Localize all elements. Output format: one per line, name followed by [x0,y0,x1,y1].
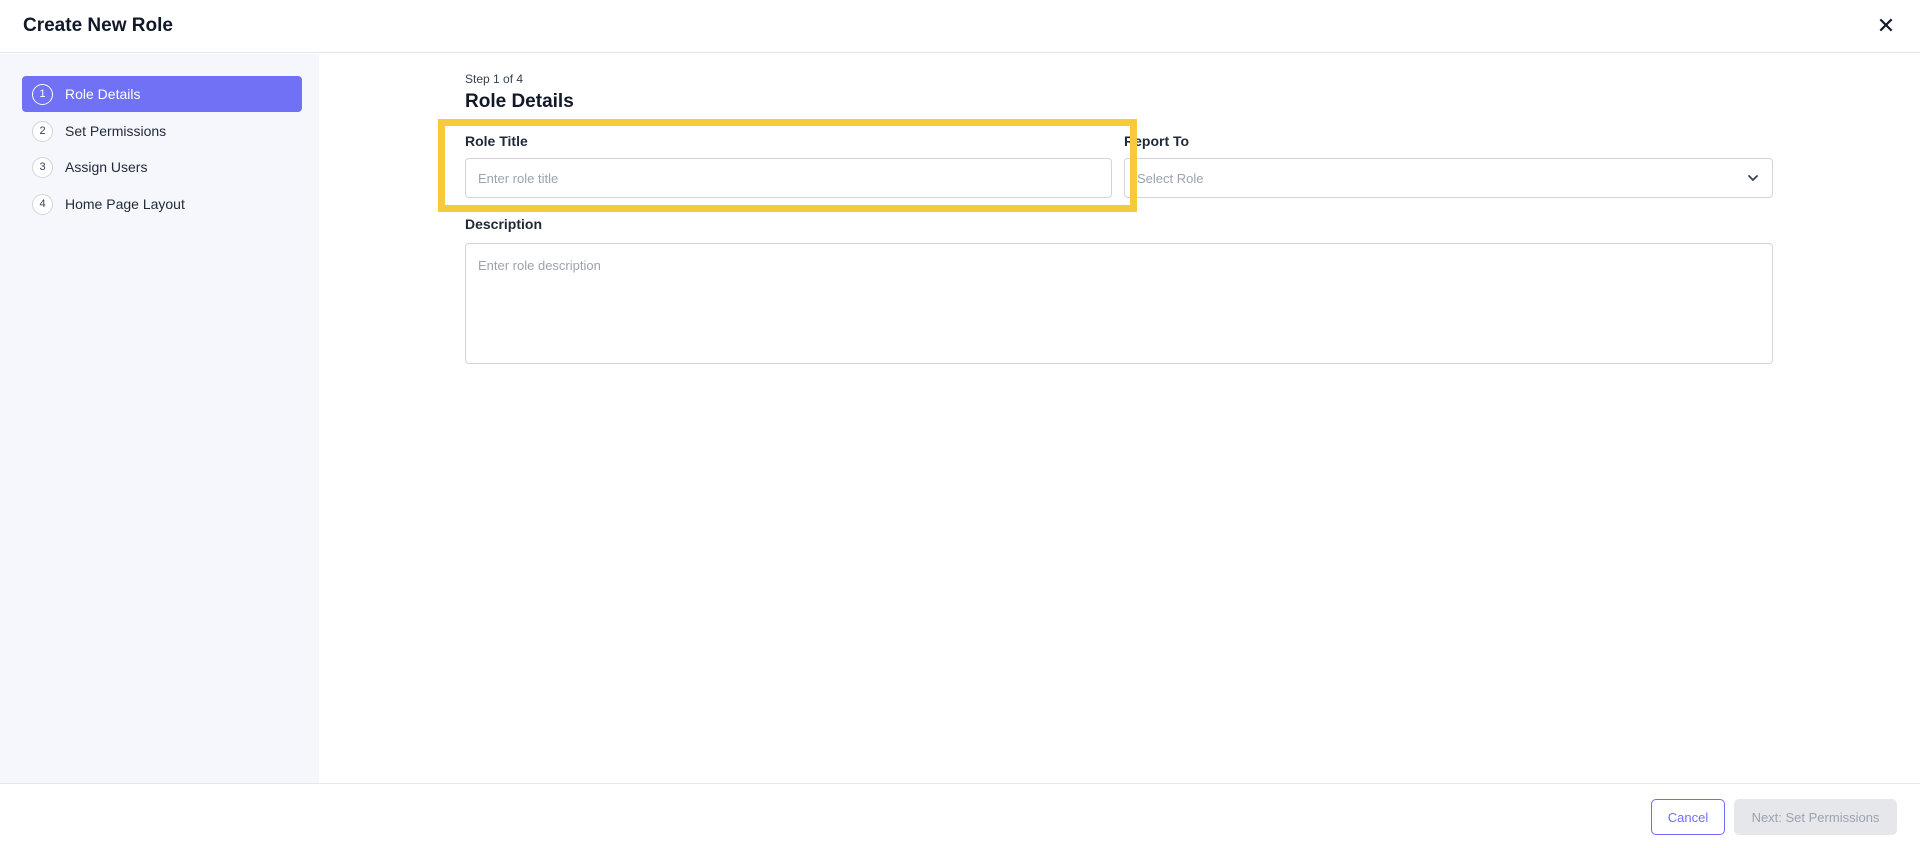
description-label: Description [465,216,543,232]
step-label: Set Permissions [65,123,167,139]
modal-title: Create New Role [23,15,173,36]
modal-header: Create New Role ✕ [0,0,1920,53]
section-title: Role Details [465,91,574,112]
close-button[interactable]: ✕ [1874,14,1898,38]
steps-sidebar: 1 Role Details 2 Set Permissions 3 Assig… [0,54,319,783]
step-number: 4 [32,193,53,215]
step-number: 3 [32,156,53,178]
role-title-label: Role Title [465,133,528,149]
close-icon: ✕ [1876,13,1896,38]
step-label: Role Details [65,86,141,102]
step-item-role-details[interactable]: 1 Role Details [22,76,302,112]
report-to-label: Report To [1124,133,1190,149]
next-button[interactable]: Next: Set Permissions [1734,799,1897,835]
cancel-button[interactable]: Cancel [1651,799,1725,835]
modal-footer: Cancel Next: Set Permissions [0,783,1920,848]
create-role-modal: Create New Role ✕ 1 Role Details 2 Set P… [0,0,1920,848]
step-item-home-page-layout[interactable]: 4 Home Page Layout [22,186,302,222]
step-label: Assign Users [65,159,148,175]
step-counter: Step 1 of 4 [465,72,524,86]
step-number: 2 [32,120,53,142]
role-title-input[interactable] [465,158,1112,198]
step-number: 1 [32,83,53,105]
report-to-placeholder: Select Role [1137,170,1204,186]
step-item-set-permissions[interactable]: 2 Set Permissions [22,113,302,149]
step-label: Home Page Layout [65,196,185,212]
description-textarea[interactable] [465,243,1773,364]
step-item-assign-users[interactable]: 3 Assign Users [22,149,302,185]
chevron-down-icon [1748,175,1758,181]
report-to-select[interactable]: Select Role [1124,158,1773,198]
